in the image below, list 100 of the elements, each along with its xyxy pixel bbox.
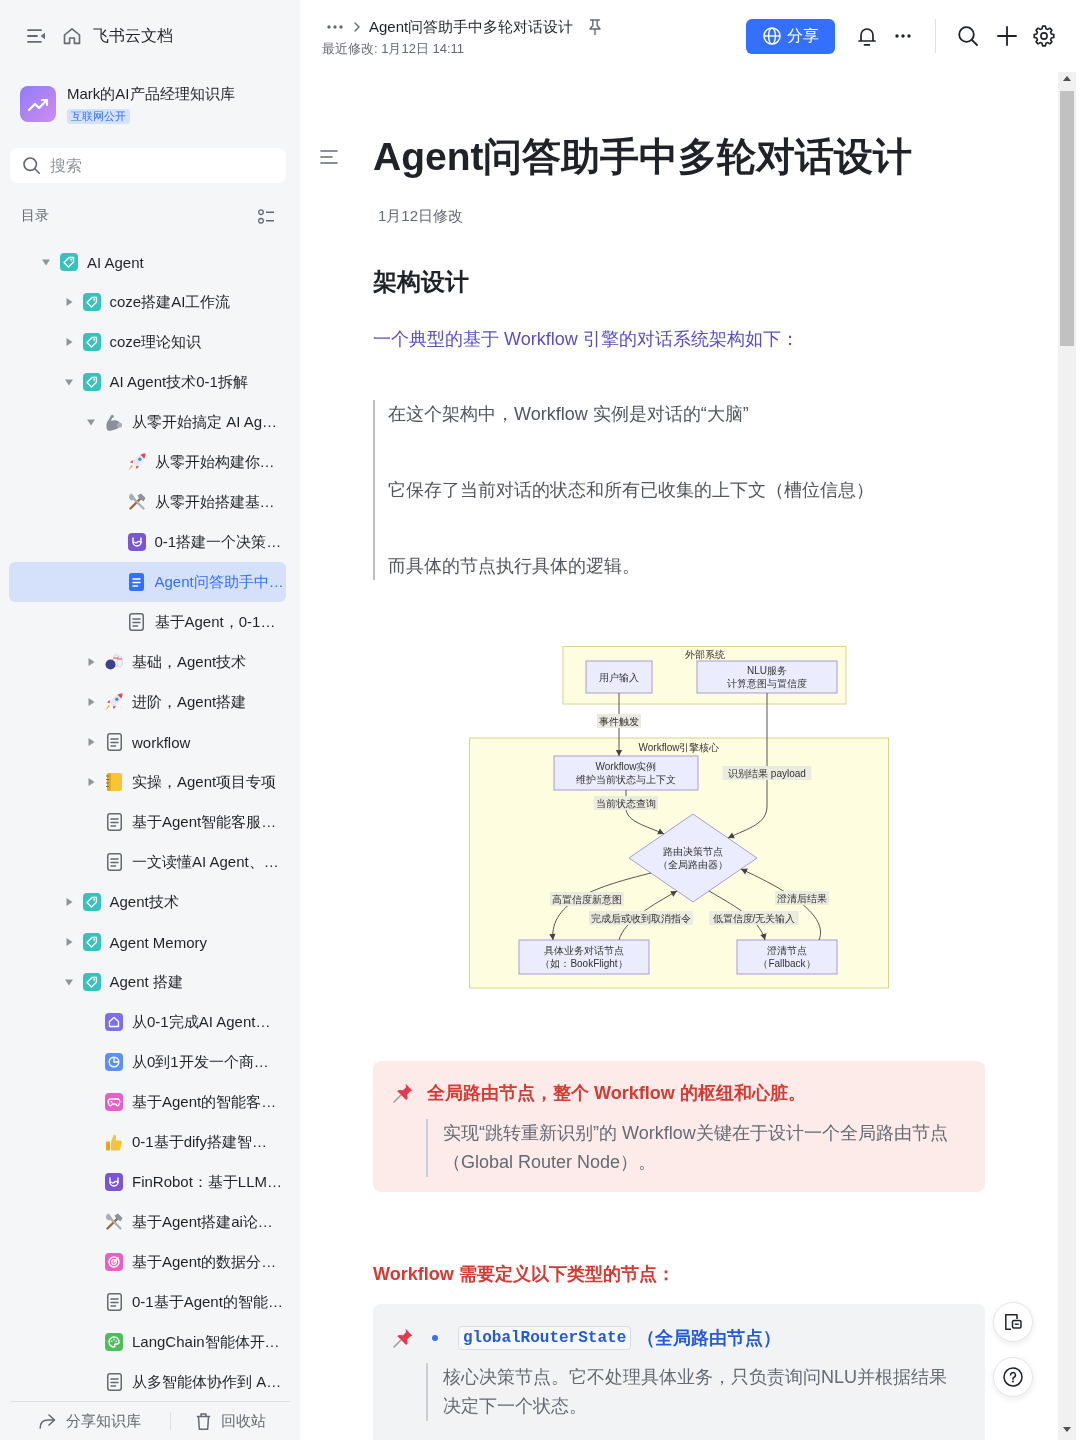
tree-item[interactable]: Agent Memory <box>9 922 286 962</box>
trend-up-icon <box>20 86 56 122</box>
chevron-right-icon <box>354 22 360 32</box>
tree-item[interactable]: 从零开始构建你… <box>9 442 286 482</box>
caret-icon[interactable] <box>64 898 73 906</box>
help-button[interactable] <box>993 1357 1033 1397</box>
flexed-arm-icon <box>105 413 123 431</box>
tree-item[interactable]: LangChain智能体开… <box>9 1322 286 1362</box>
process-node: 澄清节点 （Fallback） <box>736 939 838 975</box>
tree-item[interactable]: 基于Agent智能客服… <box>9 802 286 842</box>
caret-icon[interactable] <box>87 698 95 706</box>
tree-item[interactable]: Agent技术 <box>9 882 286 922</box>
scrollbar-thumb[interactable] <box>1060 91 1074 346</box>
bowling-icon <box>105 654 123 670</box>
cluster-label: 外部系统 <box>684 648 725 660</box>
section-label: Workflow 需要定义以下类型的节点： <box>373 1263 675 1286</box>
tree-item[interactable]: 0-1基于Agent的智能… <box>9 1282 286 1322</box>
edited-date: 1月12日修改 <box>378 206 464 226</box>
tag-icon <box>82 373 101 391</box>
tree-item[interactable]: 从零开始搞定 AI Ag… <box>9 402 286 442</box>
sidebar-collapse-icon[interactable] <box>27 29 45 43</box>
tree-item[interactable]: 一文读懂AI Agent、… <box>9 842 286 882</box>
settings-icon[interactable] <box>1033 25 1055 47</box>
tree-item[interactable]: 从0-1完成AI Agent… <box>9 1002 286 1042</box>
document-icon <box>106 733 122 751</box>
wave-tile-icon <box>127 533 146 551</box>
tree-item[interactable]: 从零开始搭建基… <box>9 482 286 522</box>
intro-text: 一个典型的基于 Workflow 引擎的对话系统架构如下： <box>373 328 799 351</box>
app-name[interactable]: 飞书云文档 <box>93 25 173 47</box>
tree-item[interactable]: AI Agent <box>9 242 286 282</box>
plus-icon[interactable] <box>997 26 1017 46</box>
hammer-wrench-icon <box>105 1213 123 1231</box>
tree-item[interactable]: AI Agent技术0-1拆解 <box>9 362 286 402</box>
space-name[interactable]: Mark的AI产品经理知识库 <box>67 84 235 104</box>
arrow-down-icon[interactable] <box>1063 1427 1071 1432</box>
tree-item[interactable]: FinRobot：基于LLM… <box>9 1162 286 1202</box>
tree-item[interactable]: 0-1基于dify搭建智… <box>9 1122 286 1162</box>
tree-item[interactable]: coze搭建AI工作流 <box>9 282 286 322</box>
caret-icon[interactable] <box>64 978 73 986</box>
arrow-up-icon[interactable] <box>1063 76 1071 81</box>
search-icon[interactable] <box>958 26 978 46</box>
tree-item[interactable]: Agent 搭建 <box>9 962 286 1002</box>
caret-icon[interactable] <box>64 938 73 946</box>
node-description: 核心决策节点。它不处理具体业务，只负责询问NLU并根据结果决定下一个状态。 <box>426 1363 954 1421</box>
caret-icon[interactable] <box>87 738 95 746</box>
edge-label: 高置信度新意图 <box>550 892 624 906</box>
breadcrumb-title[interactable]: Agent问答助手中多轮对话设计 <box>369 17 574 37</box>
tree-item[interactable]: workflow <box>9 722 286 762</box>
caret-icon[interactable] <box>42 258 50 266</box>
tree-item[interactable]: 从0到1开发一个商… <box>9 1042 286 1082</box>
rocket-icon <box>105 693 123 711</box>
caret-icon[interactable] <box>64 338 73 346</box>
cluster-label: Workflow引擎核心 <box>638 741 720 753</box>
tree-item[interactable]: 基于Agent搭建ai论… <box>9 1202 286 1242</box>
caret-icon[interactable] <box>87 418 95 426</box>
bullet-icon <box>432 1335 438 1341</box>
caret-icon[interactable] <box>64 298 73 306</box>
notebook-icon <box>106 773 122 791</box>
caret-icon[interactable] <box>64 378 73 386</box>
tree-item[interactable]: 进阶，Agent搭建 <box>9 682 286 722</box>
pushpin-icon <box>393 1083 413 1103</box>
share-icon <box>39 1413 56 1429</box>
tree-item[interactable]: 基于Agent的智能客… <box>9 1082 286 1122</box>
tag-icon <box>82 933 101 951</box>
notes-button[interactable] <box>993 1302 1033 1342</box>
pin-icon[interactable] <box>589 19 602 35</box>
scrollbar-track[interactable] <box>1058 72 1076 1440</box>
process-node: Workflow实例 维护当前状态与上下文 <box>553 755 699 791</box>
outline-icon[interactable] <box>320 150 338 164</box>
document-icon <box>106 813 122 831</box>
tree-item[interactable]: 实操，Agent项目专项 <box>9 762 286 802</box>
document-icon <box>129 613 144 631</box>
toc-label: 目录 <box>21 207 49 225</box>
share-button[interactable]: 分享 <box>746 18 835 54</box>
caret-icon[interactable] <box>87 658 95 666</box>
edge-label: 识别结果 payload <box>722 766 812 780</box>
gamepad-tile-icon <box>105 1093 123 1111</box>
trash-icon <box>195 1412 211 1430</box>
tree-item[interactable]: 基于Agent，0-1… <box>9 602 286 642</box>
caret-icon[interactable] <box>87 778 95 786</box>
more-icon[interactable] <box>895 34 911 38</box>
share-space-button[interactable]: 分享知识库 <box>10 1407 170 1435</box>
tree-item[interactable]: 基础，Agent技术 <box>9 642 286 682</box>
help-icon <box>1003 1367 1023 1387</box>
search-field[interactable]: 搜索 <box>10 148 286 183</box>
trash-button[interactable]: 回收站 <box>171 1407 290 1435</box>
home-icon[interactable] <box>63 27 81 45</box>
tree-item[interactable]: 0-1搭建一个决策… <box>9 522 286 562</box>
bell-icon[interactable] <box>858 26 876 46</box>
search-icon <box>23 157 40 174</box>
tree-item[interactable]: 从多智能体协作到 A… <box>9 1362 286 1401</box>
tag-icon <box>60 253 78 271</box>
tree-item[interactable]: coze理论知识 <box>9 322 286 362</box>
visibility-badge: 互联网公开 <box>67 109 130 124</box>
edge-label: 当前状态查询 <box>594 796 658 810</box>
target-tile-icon <box>105 1253 123 1271</box>
house-tile-icon <box>105 1013 123 1031</box>
tree-item[interactable]: 基于Agent的数据分… <box>9 1242 286 1282</box>
tag-icon <box>82 973 101 991</box>
list-icon[interactable] <box>258 208 274 224</box>
